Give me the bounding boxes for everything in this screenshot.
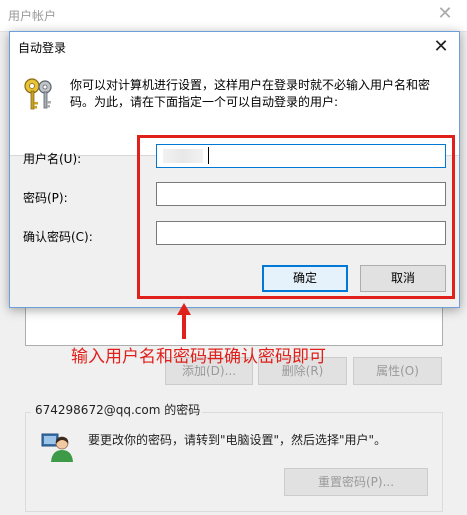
users-icon (41, 433, 73, 462)
change-password-info: 要更改你的密码，请转到"电脑设置"，然后选择"用户"。 (88, 433, 387, 447)
user-accounts-titlebar: 用户帐户 ✕ (0, 0, 467, 32)
password-group-label: 674298672@qq.com 的密码 (33, 401, 203, 418)
confirm-password-label: 确认密码(C): (23, 230, 93, 244)
close-icon[interactable]: ✕ (433, 2, 457, 26)
properties-button[interactable]: 属性(O) (353, 357, 442, 385)
annotation-highlight-box (137, 135, 455, 299)
user-accounts-title: 用户帐户 (8, 9, 57, 23)
close-icon[interactable]: ✕ (429, 35, 453, 59)
dialog-description: 你可以对计算机进行设置，这样用户在登录时就不必输入用户名和密码。为此，请在下面指… (70, 78, 431, 109)
group-border-left (25, 412, 31, 413)
reset-password-button[interactable]: 重置密码(P)... (284, 468, 428, 496)
password-label: 密码(P): (23, 191, 68, 205)
password-group-box (25, 412, 443, 512)
arrow-up-icon (177, 303, 191, 339)
dialog-titlebar: 自动登录 ✕ (10, 32, 459, 62)
keys-icon (24, 78, 52, 110)
annotation-text: 输入用户名和密码再确认密码即可 (71, 347, 326, 367)
dialog-title: 自动登录 (18, 41, 67, 55)
group-border-right (200, 412, 443, 413)
username-label: 用户名(U): (23, 152, 82, 166)
